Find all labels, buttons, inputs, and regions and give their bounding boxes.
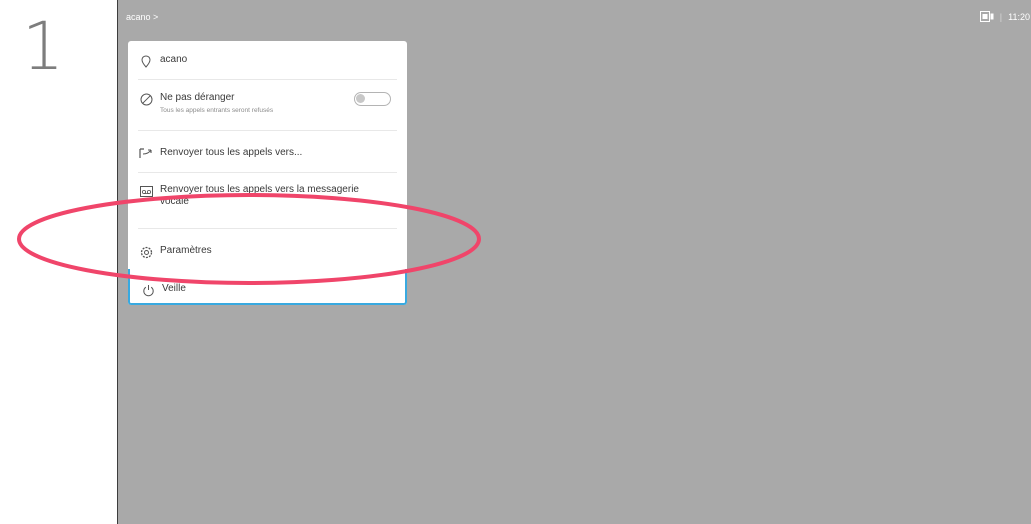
menu-item-dnd-label: Ne pas déranger [160,92,235,103]
camera-icon[interactable] [979,11,994,22]
step-number: 1 [22,8,64,85]
menu-item-location-label: acano [160,54,188,65]
forward-call-icon [138,147,154,161]
highlight-ring [17,193,481,285]
divider [138,172,397,173]
clock: 11:20 [1008,11,1030,22]
menu-item-location[interactable]: acano [128,54,407,68]
status-area: | 11:20 [979,11,1030,22]
menu-item-forward-all-label: Renvoyer tous les appels vers... [160,147,303,158]
device-name-breadcrumb[interactable]: acano > [126,12,158,22]
dnd-toggle[interactable] [354,92,391,106]
no-entry-icon [138,92,154,106]
status-separator: | [999,11,1003,22]
menu-item-dnd-sublabel: Tous les appels entrants seront refusés [160,107,274,114]
divider [138,79,397,80]
menu-item-forward-all[interactable]: Renvoyer tous les appels vers... [128,147,407,161]
pin-icon [138,54,154,68]
toggle-knob [356,94,365,103]
divider [138,130,397,131]
